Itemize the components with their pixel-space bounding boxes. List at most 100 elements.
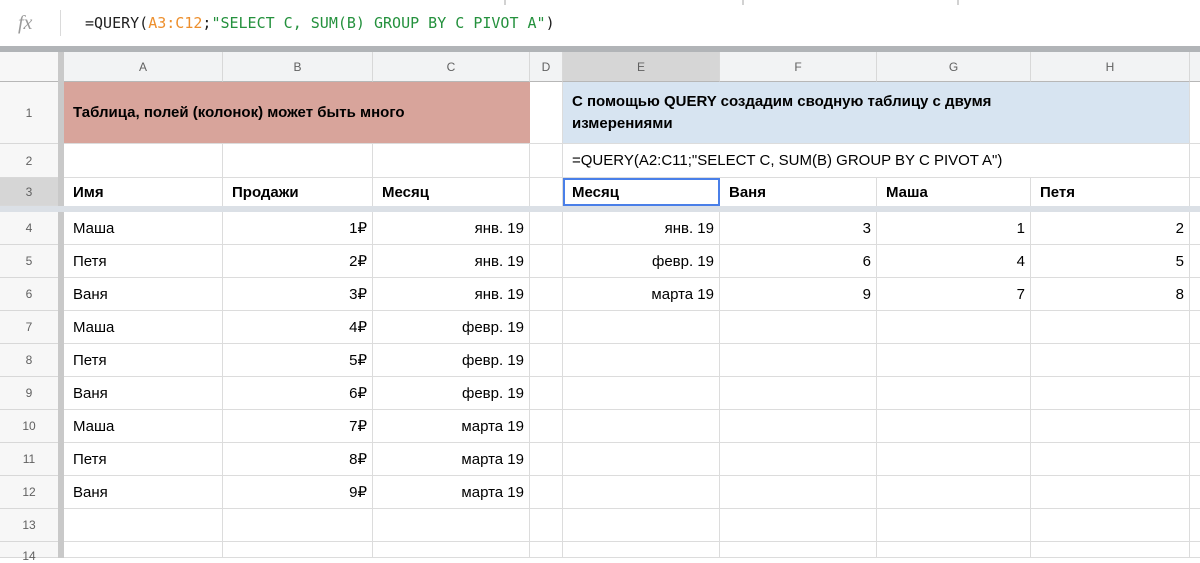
- cell-C4[interactable]: янв. 19: [373, 212, 530, 245]
- cell-H9[interactable]: [1031, 377, 1190, 410]
- cell-F9[interactable]: [720, 377, 877, 410]
- cell-D12[interactable]: [530, 476, 563, 509]
- cell-B2[interactable]: [223, 144, 373, 178]
- cell-B14[interactable]: [223, 542, 373, 558]
- column-header-A[interactable]: A: [64, 52, 223, 82]
- cell-F3[interactable]: Ваня: [720, 178, 877, 206]
- cell-A14[interactable]: [64, 542, 223, 558]
- cell-G4[interactable]: 1: [877, 212, 1031, 245]
- cell-D3[interactable]: [530, 178, 563, 206]
- cell-overflow-13[interactable]: [1190, 509, 1200, 542]
- column-header-F[interactable]: F: [720, 52, 877, 82]
- cell-H8[interactable]: [1031, 344, 1190, 377]
- cell-G5[interactable]: 4: [877, 245, 1031, 278]
- cell-B6[interactable]: 3₽: [223, 278, 373, 311]
- column-header-H[interactable]: H: [1031, 52, 1190, 82]
- cell-B13[interactable]: [223, 509, 373, 542]
- cell-G14[interactable]: [877, 542, 1031, 558]
- cell-B5[interactable]: 2₽: [223, 245, 373, 278]
- row-header-1[interactable]: 1: [0, 82, 58, 144]
- row-header-13[interactable]: 13: [0, 509, 58, 542]
- cell-D10[interactable]: [530, 410, 563, 443]
- cell-H10[interactable]: [1031, 410, 1190, 443]
- cell-H14[interactable]: [1031, 542, 1190, 558]
- cell-E4[interactable]: янв. 19: [563, 212, 720, 245]
- cell-A11[interactable]: Петя: [64, 443, 223, 476]
- cell-C9[interactable]: февр. 19: [373, 377, 530, 410]
- cell-overflow-6[interactable]: [1190, 278, 1200, 311]
- cell-G3[interactable]: Маша: [877, 178, 1031, 206]
- cell-overflow-5[interactable]: [1190, 245, 1200, 278]
- cell-E6[interactable]: марта 19: [563, 278, 720, 311]
- row-header-6[interactable]: 6: [0, 278, 58, 311]
- selected-cell-E3[interactable]: Месяц: [563, 178, 720, 206]
- cell-overflow-7[interactable]: [1190, 311, 1200, 344]
- cell-overflow-8[interactable]: [1190, 344, 1200, 377]
- cell-G7[interactable]: [877, 311, 1031, 344]
- cell-H7[interactable]: [1031, 311, 1190, 344]
- cell-A3[interactable]: Имя: [64, 178, 223, 206]
- cell-E2-formula-text[interactable]: =QUERY(A2:C11;"SELECT C, SUM(B) GROUP BY…: [563, 144, 1190, 178]
- cell-C11[interactable]: марта 19: [373, 443, 530, 476]
- cell-D2[interactable]: [530, 144, 563, 178]
- cell-E5[interactable]: февр. 19: [563, 245, 720, 278]
- cell-G12[interactable]: [877, 476, 1031, 509]
- cell-overflow-9[interactable]: [1190, 377, 1200, 410]
- cell-E8[interactable]: [563, 344, 720, 377]
- row-header-12[interactable]: 12: [0, 476, 58, 509]
- cell-G6[interactable]: 7: [877, 278, 1031, 311]
- cell-overflow-1[interactable]: [1190, 82, 1200, 144]
- cell-C5[interactable]: янв. 19: [373, 245, 530, 278]
- row-header-11[interactable]: 11: [0, 443, 58, 476]
- cell-C8[interactable]: февр. 19: [373, 344, 530, 377]
- cell-A2[interactable]: [64, 144, 223, 178]
- cell-B9[interactable]: 6₽: [223, 377, 373, 410]
- cell-D13[interactable]: [530, 509, 563, 542]
- cell-D11[interactable]: [530, 443, 563, 476]
- row-header-8[interactable]: 8: [0, 344, 58, 377]
- cell-C3[interactable]: Месяц: [373, 178, 530, 206]
- cell-A10[interactable]: Маша: [64, 410, 223, 443]
- cell-A12[interactable]: Ваня: [64, 476, 223, 509]
- cell-H12[interactable]: [1031, 476, 1190, 509]
- cell-overflow-3[interactable]: [1190, 178, 1200, 206]
- cell-E7[interactable]: [563, 311, 720, 344]
- cell-H11[interactable]: [1031, 443, 1190, 476]
- row-header-2[interactable]: 2: [0, 144, 58, 178]
- cell-E14[interactable]: [563, 542, 720, 558]
- cell-F7[interactable]: [720, 311, 877, 344]
- column-header-D[interactable]: D: [530, 52, 563, 82]
- cell-D14[interactable]: [530, 542, 563, 558]
- cell-A5[interactable]: Петя: [64, 245, 223, 278]
- cell-B3[interactable]: Продажи: [223, 178, 373, 206]
- column-header-G[interactable]: G: [877, 52, 1031, 82]
- cell-B7[interactable]: 4₽: [223, 311, 373, 344]
- cell-H3[interactable]: Петя: [1031, 178, 1190, 206]
- cell-F13[interactable]: [720, 509, 877, 542]
- cell-C6[interactable]: янв. 19: [373, 278, 530, 311]
- row-header-3[interactable]: 3: [0, 178, 58, 206]
- grid-corner[interactable]: [0, 52, 58, 82]
- cell-D6[interactable]: [530, 278, 563, 311]
- cell-A8[interactable]: Петя: [64, 344, 223, 377]
- cell-F8[interactable]: [720, 344, 877, 377]
- cell-E11[interactable]: [563, 443, 720, 476]
- cell-G9[interactable]: [877, 377, 1031, 410]
- cell-B4[interactable]: 1₽: [223, 212, 373, 245]
- cell-B8[interactable]: 5₽: [223, 344, 373, 377]
- formula-input[interactable]: =QUERY(A3:C12;"SELECT C, SUM(B) GROUP BY…: [85, 14, 555, 32]
- cell-E13[interactable]: [563, 509, 720, 542]
- cell-C7[interactable]: февр. 19: [373, 311, 530, 344]
- cell-overflow-11[interactable]: [1190, 443, 1200, 476]
- cell-C13[interactable]: [373, 509, 530, 542]
- cell-overflow-14[interactable]: [1190, 542, 1200, 558]
- cell-G13[interactable]: [877, 509, 1031, 542]
- cell-E10[interactable]: [563, 410, 720, 443]
- merged-cell-A1-title[interactable]: Таблица, полей (колонок) может быть мног…: [64, 82, 530, 144]
- cell-B10[interactable]: 7₽: [223, 410, 373, 443]
- cell-A13[interactable]: [64, 509, 223, 542]
- cell-D9[interactable]: [530, 377, 563, 410]
- cell-E12[interactable]: [563, 476, 720, 509]
- cell-G8[interactable]: [877, 344, 1031, 377]
- cell-F14[interactable]: [720, 542, 877, 558]
